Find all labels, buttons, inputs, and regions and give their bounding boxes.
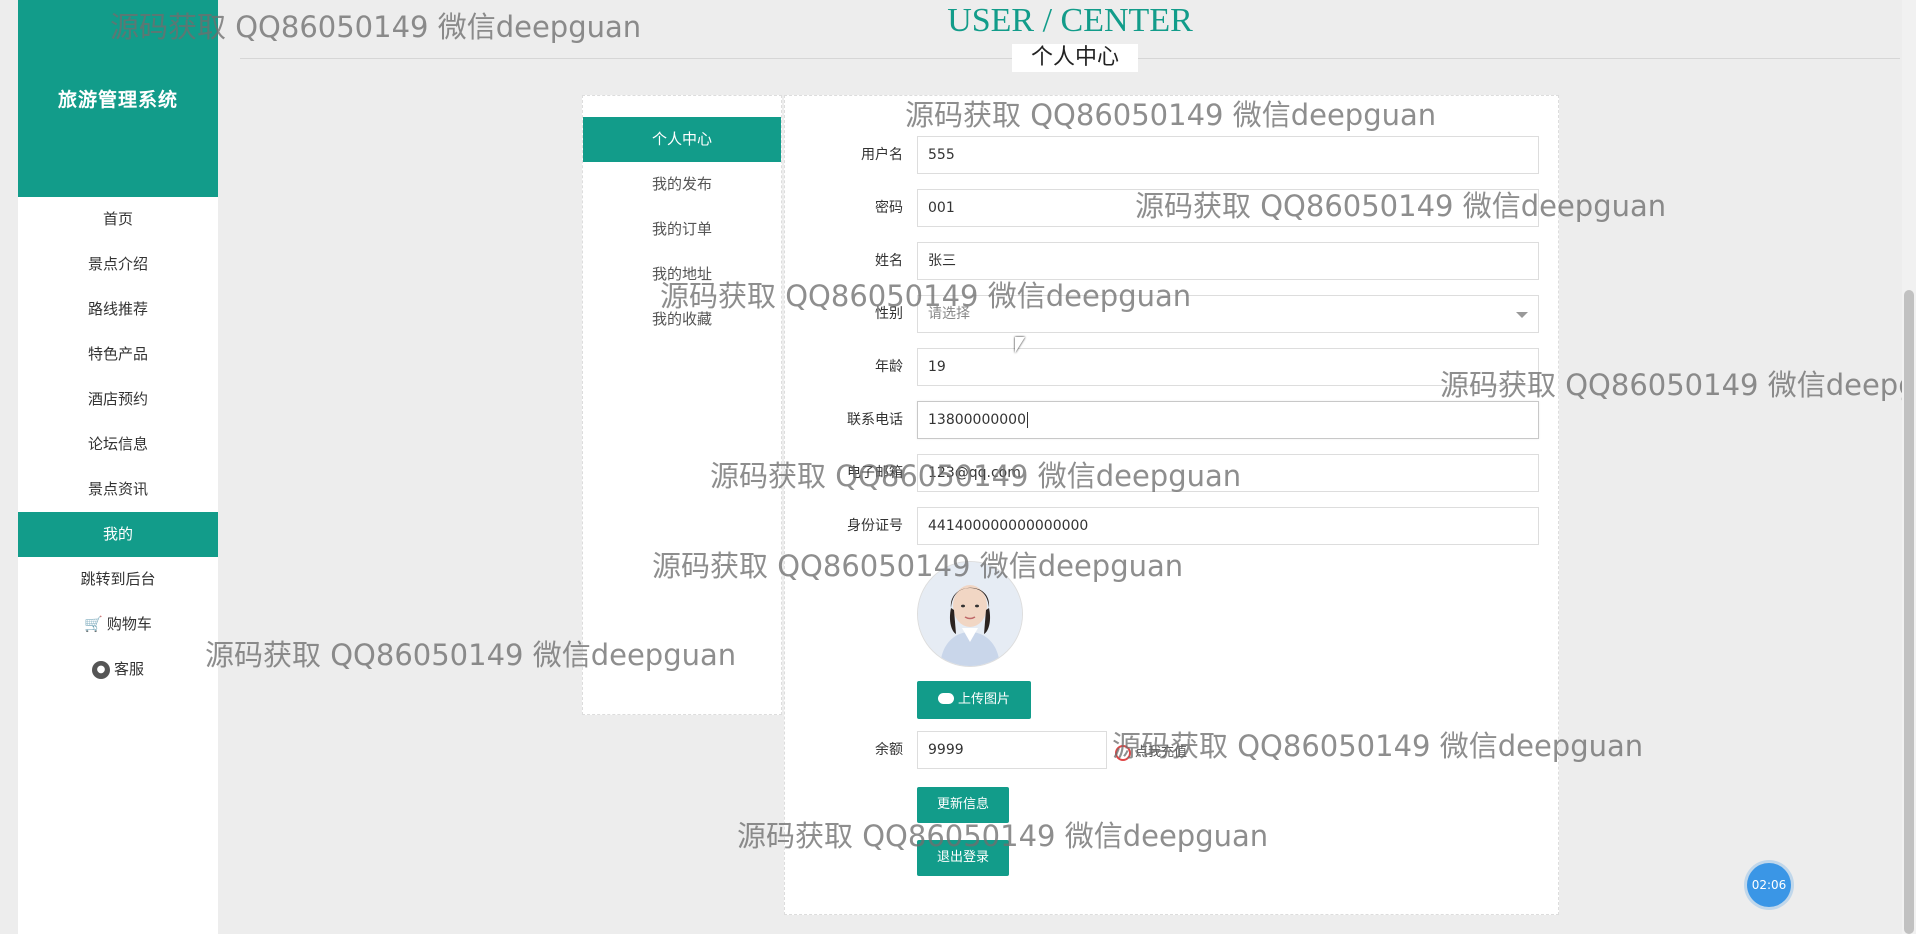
page-title: 个人中心 bbox=[1012, 44, 1138, 72]
sidebar-item-forum[interactable]: 论坛信息 bbox=[18, 422, 218, 467]
sidebar-item-service[interactable]: ● 客服 bbox=[18, 647, 218, 692]
sidebar-item-cart[interactable]: 🛒 购物车 bbox=[18, 602, 218, 647]
idcard-label: 身份证号 bbox=[847, 518, 903, 534]
chevron-down-icon bbox=[1516, 312, 1528, 318]
menu-item-orders[interactable]: 我的订单 bbox=[583, 207, 781, 252]
avatar bbox=[917, 561, 1023, 667]
email-input[interactable]: 123@qq.com bbox=[917, 454, 1539, 492]
balance-label: 余额 bbox=[875, 742, 903, 758]
sidebar-item-hotels[interactable]: 酒店预约 bbox=[18, 377, 218, 422]
idcard-input[interactable]: 441400000000000000 bbox=[917, 507, 1539, 545]
sidebar-item-products[interactable]: 特色产品 bbox=[18, 332, 218, 377]
logout-button[interactable]: 退出登录 bbox=[917, 840, 1009, 876]
menu-item-posts[interactable]: 我的发布 bbox=[583, 162, 781, 207]
wechat-icon: ● bbox=[91, 660, 110, 679]
name-input[interactable]: 张三 bbox=[917, 242, 1539, 280]
profile-menu: 个人中心 我的发布 我的订单 我的地址 我的收藏 bbox=[582, 95, 782, 715]
email-label: 电子邮箱 bbox=[847, 465, 903, 481]
upload-label: 上传图片 bbox=[957, 692, 1010, 707]
balance-input[interactable]: 9999 bbox=[917, 731, 1107, 769]
gender-label: 性别 bbox=[875, 306, 903, 322]
sidebar-item-attractions[interactable]: 景点介绍 bbox=[18, 242, 218, 287]
username-label: 用户名 bbox=[861, 147, 903, 163]
sidebar-item-cart-label: 购物车 bbox=[106, 615, 152, 633]
sidebar-nav: 首页 景点介绍 路线推荐 特色产品 酒店预约 论坛信息 景点资讯 我的 跳转到后… bbox=[18, 197, 218, 692]
age-label: 年龄 bbox=[875, 359, 903, 375]
app-title: 旅游管理系统 bbox=[57, 89, 178, 111]
age-input[interactable]: 19 bbox=[917, 348, 1539, 386]
profile-form: 用户名 555 密码 001 姓名 张三 性别 请选择 年龄 19 联系电话 1… bbox=[784, 95, 1559, 915]
gender-select[interactable]: 请选择 bbox=[917, 295, 1539, 333]
upload-image-button[interactable]: 上传图片 bbox=[917, 681, 1031, 719]
phone-label: 联系电话 bbox=[847, 412, 903, 428]
menu-item-favorites[interactable]: 我的收藏 bbox=[583, 297, 781, 342]
password-label: 密码 bbox=[875, 200, 903, 216]
recharge-link[interactable]: 点我充值 bbox=[1115, 741, 1187, 761]
name-label: 姓名 bbox=[875, 253, 903, 269]
sidebar-item-news[interactable]: 景点资讯 bbox=[18, 467, 218, 512]
sidebar-item-home[interactable]: 首页 bbox=[18, 197, 218, 242]
username-input[interactable]: 555 bbox=[917, 136, 1539, 174]
update-info-button[interactable]: 更新信息 bbox=[917, 787, 1009, 823]
sidebar-item-mine[interactable]: 我的 bbox=[18, 512, 218, 557]
sidebar: 旅游管理系统 首页 景点介绍 路线推荐 特色产品 酒店预约 论坛信息 景点资讯 … bbox=[18, 0, 218, 934]
sidebar-item-service-label: 客服 bbox=[113, 660, 144, 678]
password-input[interactable]: 001 bbox=[917, 189, 1539, 227]
cart-icon: 🛒 bbox=[84, 615, 103, 633]
recharge-label: 点我充值 bbox=[1135, 745, 1188, 760]
phone-value: 13800000000 bbox=[928, 412, 1026, 428]
recharge-icon bbox=[1115, 744, 1131, 761]
avatar-photo bbox=[918, 562, 1022, 666]
page-title-en: USER / CENTER bbox=[947, 2, 1193, 39]
text-caret bbox=[1026, 412, 1028, 428]
scrollbar-thumb[interactable] bbox=[1904, 290, 1914, 934]
phone-input[interactable]: 13800000000 bbox=[917, 401, 1539, 439]
cloud-upload-icon bbox=[937, 693, 954, 704]
sidebar-item-routes[interactable]: 路线推荐 bbox=[18, 287, 218, 332]
mouse-cursor-icon bbox=[1015, 337, 1025, 353]
menu-item-profile[interactable]: 个人中心 bbox=[583, 117, 781, 162]
timer-badge[interactable]: 02:06 bbox=[1747, 863, 1791, 907]
gender-placeholder: 请选择 bbox=[928, 306, 970, 322]
sidebar-item-admin[interactable]: 跳转到后台 bbox=[18, 557, 218, 602]
menu-item-address[interactable]: 我的地址 bbox=[583, 252, 781, 297]
page-scrollbar[interactable] bbox=[1902, 0, 1916, 934]
app-logo: 旅游管理系统 bbox=[18, 0, 218, 197]
